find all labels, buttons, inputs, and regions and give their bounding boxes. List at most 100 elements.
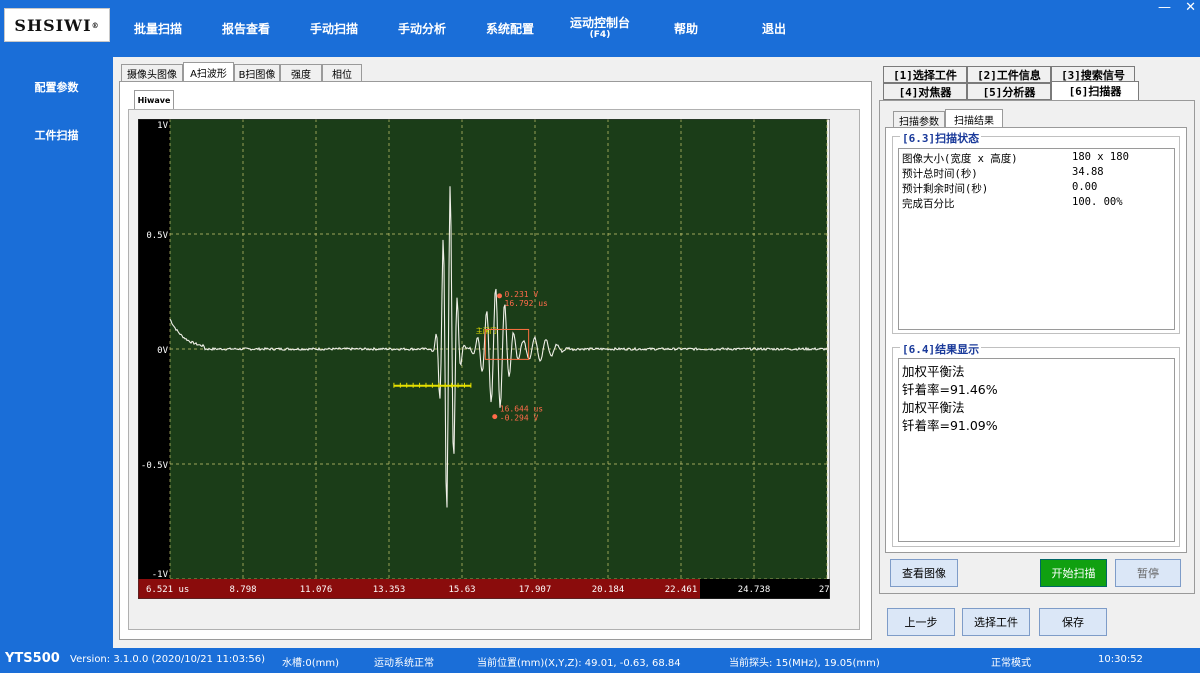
leftnav-config-params[interactable]: 配置参数 (0, 79, 113, 95)
x-tick-label: 8.798 (229, 585, 256, 595)
menu-batch-scan[interactable]: 批量扫描 (126, 0, 190, 57)
result-display-title: [6.4]结果显示 (900, 341, 982, 357)
menu-system-config[interactable]: 系统配置 (478, 0, 542, 57)
tab-scan-params[interactable]: 扫描参数 (893, 111, 945, 128)
prev-step-button[interactable]: 上一步 (887, 608, 955, 636)
x-tick-label: 27. (819, 585, 830, 595)
x-tick-label: 6.521 us (146, 585, 189, 595)
y-tick-label: 1V (157, 121, 168, 131)
product-name: YTS500 (5, 651, 60, 666)
menu-motion-console[interactable]: 运动控制台 (F4) (563, 0, 637, 57)
tab-a-scan[interactable]: A扫波形 (183, 62, 234, 81)
tab-label: 摄像头图像 (127, 69, 177, 81)
x-tick-label: 24.738 (738, 585, 771, 595)
a-scan-panel: Hiwave 1V 0.5V 0V -0.5V -1V 6.521 us 8.798 11.0… (119, 81, 872, 640)
tab-b-scan[interactable]: B扫图像 (234, 64, 280, 81)
clock-text: 10:30:52 (1098, 654, 1143, 665)
probe-readout: 当前探头: 15(MHz), 19.05(mm) (729, 658, 880, 669)
view-image-button[interactable]: 查看图像 (890, 559, 958, 587)
status-value: 34.88 (1072, 166, 1104, 178)
result-line: 钎着率=91.09% (902, 418, 998, 433)
top-menu-bar: SHSIWI ® 批量扫描 报告查看 手动扫描 手动分析 系统配置 运动控制台 (… (0, 0, 1200, 57)
peak-marker-dot (492, 414, 498, 420)
result-line: 加权平衡法 (902, 364, 965, 379)
peak-marker-label: -0.294 V (500, 414, 539, 423)
pause-button[interactable]: 暂停 (1115, 559, 1181, 587)
menu-manual-scan[interactable]: 手动扫描 (302, 0, 366, 57)
list-item: 图像大小(宽度 x 高度) 180 x 180 (902, 151, 1172, 166)
tab-analyzer[interactable]: [5]分析器 (967, 83, 1051, 100)
status-key: 图像大小(宽度 x 高度) (902, 153, 1018, 165)
start-scan-button[interactable]: 开始扫描 (1040, 559, 1107, 587)
y-tick-label: 0.5V (146, 231, 168, 241)
select-part-button[interactable]: 选择工件 (962, 608, 1030, 636)
scan-results-page: [6.3]扫描状态 图像大小(宽度 x 高度) 180 x 180 预计总时间(秒… (885, 127, 1187, 553)
tab-scan-results[interactable]: 扫描结果 (945, 109, 1003, 128)
tab-scanner[interactable]: [6]扫描器 (1051, 81, 1139, 101)
tab-label: [2]工件信息 (977, 68, 1041, 82)
menu-label: 手动分析 (397, 21, 446, 36)
brand-logo: SHSIWI ® (4, 8, 110, 42)
close-icon[interactable]: ✕ (1185, 0, 1196, 15)
version-text: Version: 3.1.0.0 (2020/10/21 11:03:56) (70, 654, 266, 665)
menu-label: 运动控制台 (569, 15, 630, 30)
save-button[interactable]: 保存 (1039, 608, 1107, 636)
scan-status-list[interactable]: 图像大小(宽度 x 高度) 180 x 180 预计总时间(秒) 34.88 预计剩… (898, 148, 1175, 330)
a-scan-chart[interactable]: 1V 0.5V 0V -0.5V -1V 6.521 us 8.798 11.076 13.35… (138, 119, 830, 599)
leftnav-label: 配置参数 (34, 81, 79, 94)
tab-phase[interactable]: 相位 (322, 64, 362, 81)
brand-logo-mark: ® (91, 20, 100, 30)
leftnav-label: 工件扫描 (34, 129, 79, 142)
x-tick-label: 22.461 (665, 585, 698, 595)
chart-container: 1V 0.5V 0V -0.5V -1V 6.521 us 8.798 11.076 13.35… (128, 109, 860, 630)
x-tick-label: 20.184 (592, 585, 625, 595)
status-key: 完成百分比 (902, 198, 955, 210)
motion-status: 运动系统正常 (374, 658, 434, 669)
list-item: 预计剩余时间(秒) 0.00 (902, 181, 1172, 196)
tab-label: [5]分析器 (982, 85, 1036, 99)
menu-label: 帮助 (673, 21, 698, 36)
brand-logo-text: SHSIWI (14, 15, 92, 35)
minimize-icon[interactable]: — (1158, 0, 1171, 15)
tab-hiwave[interactable]: Hiwave (134, 90, 174, 109)
menu-label: 退出 (761, 21, 786, 36)
list-item: 完成百分比 100. 00% (902, 196, 1172, 211)
y-tick-label: 0V (157, 346, 168, 356)
status-key: 预计剩余时间(秒) (902, 183, 989, 195)
tab-intensity[interactable]: 强度 (280, 64, 322, 81)
window-controls: — ✕ (1148, 0, 1196, 15)
tab-label: 扫描结果 (954, 115, 994, 127)
tab-label: Hiwave (137, 95, 171, 105)
status-bar: YTS500 Version: 3.1.0.0 (2020/10/21 11:0… (0, 648, 1200, 673)
menu-label: 报告查看 (221, 21, 270, 36)
tab-focuser[interactable]: [4]对焦器 (883, 83, 967, 100)
mode-text: 正常模式 (991, 658, 1031, 669)
tank-text: 水槽:0(mm) (282, 658, 340, 669)
tab-camera-image[interactable]: 摄像头图像 (121, 64, 183, 81)
menu-help[interactable]: 帮助 (654, 0, 718, 57)
x-tick-label: 11.076 (300, 585, 333, 595)
menu-shortcut: (F4) (589, 29, 611, 40)
tab-label: [4]对焦器 (898, 85, 952, 99)
menu-exit[interactable]: 退出 (742, 0, 806, 57)
result-line: 钎着率=91.46% (902, 382, 998, 397)
result-display-box[interactable]: 加权平衡法 钎着率=91.46% 加权平衡法 钎着率=91.09% (898, 358, 1175, 542)
tab-select-part[interactable]: [1]选择工件 (883, 66, 967, 83)
tab-label: A扫波形 (190, 68, 227, 80)
y-tick-label: -1V (152, 570, 169, 580)
tab-label: [6]扫描器 (1068, 85, 1122, 98)
tab-part-info[interactable]: [2]工件信息 (967, 66, 1051, 83)
status-key: 预计总时间(秒) (902, 168, 978, 180)
result-line: 加权平衡法 (902, 400, 965, 415)
tab-label: [1]选择工件 (893, 68, 957, 82)
menu-label: 系统配置 (485, 21, 534, 36)
leftnav-part-scan[interactable]: 工件扫描 (0, 127, 113, 143)
tab-label: 扫描参数 (899, 116, 939, 128)
menu-report-view[interactable]: 报告查看 (214, 0, 278, 57)
menu-label: 批量扫描 (133, 21, 182, 36)
menu-manual-analysis[interactable]: 手动分析 (390, 0, 454, 57)
tab-label: 强度 (291, 69, 311, 81)
tab-label: 相位 (332, 69, 352, 81)
list-item: 预计总时间(秒) 34.88 (902, 166, 1172, 181)
gate-label: 主闸门 (476, 326, 497, 335)
